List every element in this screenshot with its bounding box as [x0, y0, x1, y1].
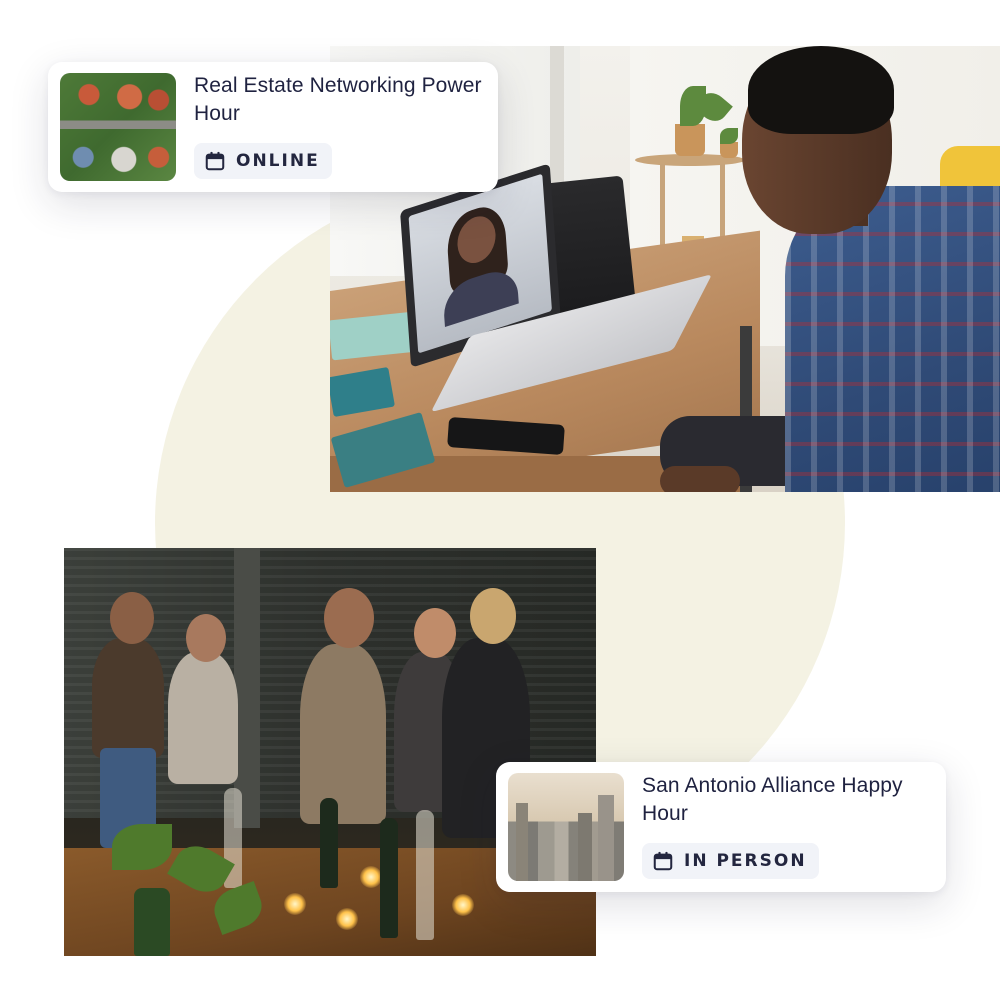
candle: [452, 894, 474, 916]
event-card-san-antonio-happy-hour[interactable]: San Antonio Alliance Happy Hour IN PERSO…: [496, 762, 946, 892]
wine-bottle: [380, 818, 398, 938]
aerial-neighborhood-image: [60, 73, 176, 181]
skyline-tower: [516, 803, 528, 881]
city-skyline-image: [508, 773, 624, 881]
candle: [336, 908, 358, 930]
networking-party-photo: [64, 548, 596, 956]
plant-pot: [675, 124, 705, 156]
event-format-label: IN PERSON: [684, 851, 807, 871]
glass-carafe: [416, 810, 434, 940]
skyline-tower: [598, 795, 614, 881]
event-format-badge: IN PERSON: [642, 843, 819, 879]
guest-head: [470, 588, 516, 644]
event-title[interactable]: Real Estate Networking Power Hour: [194, 72, 482, 128]
guest-blazer: [168, 652, 238, 784]
man-hand: [660, 466, 740, 492]
guest-head: [324, 588, 374, 648]
wine-bottle: [134, 888, 170, 956]
event-title[interactable]: San Antonio Alliance Happy Hour: [642, 772, 930, 828]
plant-leaf: [720, 128, 738, 144]
calendar-icon: [205, 151, 225, 171]
calendar-icon: [653, 851, 673, 871]
guest-tweed-jacket: [300, 644, 386, 824]
candle: [360, 866, 382, 888]
candle: [284, 893, 306, 915]
potted-plant: [112, 824, 172, 870]
wall-pillar: [234, 548, 260, 828]
guest-head: [414, 608, 456, 658]
guest-head: [186, 614, 226, 662]
event-card-body: San Antonio Alliance Happy Hour IN PERSO…: [642, 772, 930, 879]
event-card-real-estate-networking[interactable]: Real Estate Networking Power Hour ONLINE: [48, 62, 498, 192]
plant-pot: [720, 142, 738, 158]
event-card-body: Real Estate Networking Power Hour ONLINE: [194, 72, 482, 179]
event-format-badge: ONLINE: [194, 143, 332, 179]
wine-bottle: [320, 798, 338, 888]
guest-head: [110, 592, 154, 644]
event-showcase: Real Estate Networking Power Hour ONLINE…: [0, 0, 1000, 1000]
guest-jacket: [92, 638, 164, 758]
man-hair: [748, 46, 894, 134]
event-format-label: ONLINE: [236, 151, 320, 171]
skyline-tower: [578, 813, 592, 881]
